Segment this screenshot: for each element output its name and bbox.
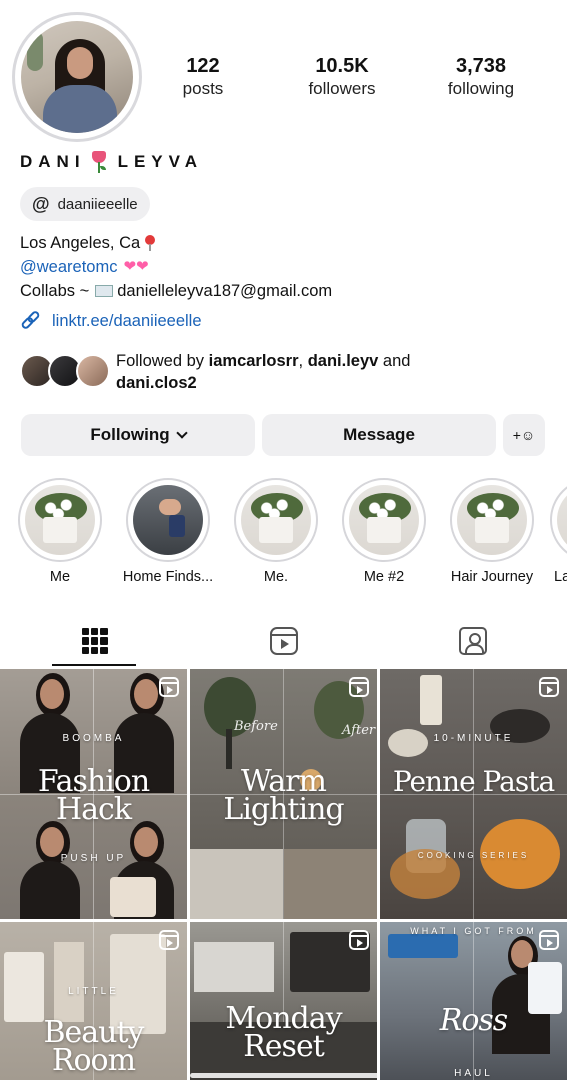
two-hearts-icon: ❤❤ (123, 258, 149, 275)
grid-icon (81, 628, 108, 654)
bio-email: danielleleyva187@gmail.com (117, 282, 333, 300)
following-label: following (447, 79, 515, 98)
reels-icon (269, 627, 298, 655)
bio-mention-link[interactable]: @wearetomc (20, 255, 117, 279)
highlight-me[interactable]: Me (10, 478, 110, 585)
post-caption-small: BOOMBA (62, 733, 125, 744)
post-title: Reset (243, 1029, 325, 1064)
tagged-icon (458, 627, 487, 655)
following-count: 3,738 (455, 55, 507, 77)
post-tile[interactable]: Monday Reset (190, 922, 377, 1080)
threads-badge[interactable]: @ daaniieeelle (20, 187, 150, 221)
reel-icon (349, 677, 369, 697)
highlight-me-2[interactable]: Me #2 (334, 478, 434, 585)
active-tab-indicator (52, 664, 136, 666)
message-button[interactable]: Message (262, 414, 496, 456)
following-stat[interactable]: 3,738 following (426, 54, 536, 100)
tab-grid[interactable] (0, 614, 189, 668)
story-highlights: Me Home Finds... Me. Me #2 Hair Journey … (0, 478, 567, 588)
highlight-label: Me (49, 569, 71, 585)
post-caption-small: HAUL (454, 1068, 493, 1079)
followed-by-joiner: and (382, 352, 411, 370)
highlight-label: Me. (263, 569, 289, 585)
posts-label: posts (182, 79, 224, 98)
followed-by-text: Followed by iamcarlosrr, dani.leyv and d… (116, 352, 411, 392)
post-caption-script: After (342, 723, 376, 738)
reel-icon (539, 677, 559, 697)
post-caption-small: PUSH UP (60, 853, 127, 864)
mutual-user[interactable]: dani.leyv (308, 352, 379, 370)
followers-label: followers (308, 79, 376, 98)
post-tile[interactable]: BOOMBA Fashion Hack PUSH UP (0, 669, 187, 919)
posts-stat[interactable]: 122 posts (148, 54, 258, 100)
post-caption-script: Before (234, 719, 278, 734)
post-title: Room (51, 1043, 136, 1078)
bio-collabs-prefix: Collabs ~ (20, 282, 90, 300)
bio-location-line: Los Angeles, Ca (20, 231, 550, 255)
mutual-avatars (20, 354, 110, 394)
threads-icon: @ (32, 194, 50, 214)
profile-last-name: LEYVA (117, 152, 203, 171)
highlight-hair-journey[interactable]: Hair Journey (442, 478, 542, 585)
post-title: Hack (55, 792, 132, 827)
following-button-label: Following (90, 425, 170, 444)
following-button[interactable]: Following (21, 414, 255, 456)
bio-location: Los Angeles, Ca (20, 234, 141, 252)
suggested-people-button[interactable]: +☺ (503, 414, 545, 456)
mutual-avatar (76, 354, 110, 388)
bio-mention-line: @wearetomc ❤❤ (20, 255, 550, 279)
home-indicator[interactable] (190, 1073, 380, 1078)
bio-link-text[interactable]: linktr.ee/daaniieeelle (52, 312, 202, 331)
highlight-me-dot[interactable]: Me. (226, 478, 326, 585)
bio-link[interactable]: linktr.ee/daaniieeelle (20, 309, 202, 332)
profile-first-name: DANI (20, 152, 86, 171)
tulip-icon (90, 151, 108, 173)
highlight-home-finds[interactable]: Home Finds... (118, 478, 218, 585)
profile-header: 122 posts 10.5K followers 3,738 followin… (0, 0, 567, 150)
bio: Los Angeles, Ca @wearetomc ❤❤ Collabs ~ … (20, 231, 550, 303)
post-title: Ross (439, 1003, 508, 1038)
post-tile[interactable]: WHAT I GOT FROM Ross HAUL (380, 922, 567, 1080)
profile-avatar[interactable] (12, 12, 142, 142)
followers-count: 10.5K (315, 55, 369, 77)
chevron-down-icon (175, 426, 188, 439)
highlight-label: Hair Journey (450, 569, 534, 585)
reel-icon (349, 930, 369, 950)
map-pin-icon (144, 235, 156, 251)
posts-count: 122 (186, 55, 220, 77)
mutual-user[interactable]: iamcarlosrr (209, 352, 299, 370)
threads-handle: daaniieeelle (57, 195, 138, 213)
post-tile[interactable]: Before After Warm Lighting (190, 669, 377, 919)
post-caption-small: LITTLE (68, 986, 119, 997)
highlight-partial[interactable]: La (550, 478, 567, 585)
post-caption-small: 10-MINUTE (433, 733, 514, 744)
avatar-photo (21, 21, 133, 133)
message-button-label: Message (343, 425, 415, 444)
mutual-user[interactable]: dani.clos2 (116, 374, 197, 392)
post-title: Penne Pasta (392, 765, 555, 798)
highlight-label: Me #2 (363, 569, 405, 585)
envelope-icon (95, 285, 114, 297)
posts-grid: BOOMBA Fashion Hack PUSH UP Before After… (0, 669, 567, 1080)
followers-stat[interactable]: 10.5K followers (287, 54, 397, 100)
post-tile[interactable]: LITTLE Beauty Room (0, 922, 187, 1080)
followed-by[interactable]: Followed by iamcarlosrr, dani.leyv and d… (20, 350, 550, 400)
reel-icon (159, 677, 179, 697)
tab-tagged[interactable] (378, 614, 567, 668)
bio-collabs-line: Collabs ~ danielleleyva187@gmail.com (20, 279, 550, 303)
tab-reels[interactable] (189, 614, 378, 668)
reel-icon (539, 930, 559, 950)
highlight-label: Home Finds... (122, 569, 214, 585)
followed-by-prefix: Followed by (116, 352, 205, 370)
link-icon (20, 309, 42, 332)
profile-name: DANI LEYVA (20, 150, 203, 174)
profile-tabs (0, 614, 567, 668)
add-person-icon: +☺ (512, 427, 536, 443)
reel-icon (159, 930, 179, 950)
post-tile[interactable]: 10-MINUTE Penne Pasta COOKING SERIES (380, 669, 567, 919)
post-caption-small: COOKING SERIES (417, 851, 530, 860)
post-title: Lighting (223, 792, 344, 827)
highlight-label: La (554, 569, 567, 585)
